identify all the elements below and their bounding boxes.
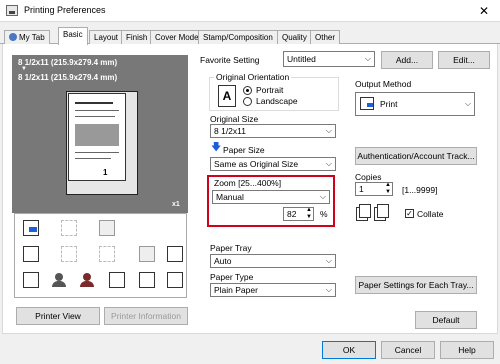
ok-button[interactable]: OK <box>322 341 376 359</box>
landscape-radio[interactable] <box>243 97 252 106</box>
arrow-down-icon: 🡇 <box>211 142 222 153</box>
collate-preview-icon <box>356 204 392 222</box>
favorite-add-button[interactable]: Add... <box>381 51 433 69</box>
proof-print-icon[interactable] <box>167 272 183 288</box>
landscape-label: Landscape <box>256 96 298 106</box>
function-icon-grid <box>14 213 187 298</box>
tab-stamp-composition[interactable]: Stamp/Composition <box>198 30 278 44</box>
punch-icon[interactable] <box>167 246 183 262</box>
booklet-icon[interactable] <box>61 246 77 262</box>
spin-down-icon[interactable]: ▼ <box>306 213 312 221</box>
tab-strip: My Tab Basic Layout Finish Cover Mode St… <box>0 27 500 45</box>
chevron-down-icon: ⌵ <box>325 256 332 265</box>
original-orientation-label: Original Orientation <box>214 72 292 82</box>
original-output-icon[interactable] <box>23 220 39 236</box>
favorite-setting-label: Favorite Setting <box>200 55 260 65</box>
printer-information-button: Printer Information <box>104 307 188 325</box>
zoom-unit: % <box>320 209 328 219</box>
tab-quality[interactable]: Quality <box>277 30 312 44</box>
portrait-radio[interactable] <box>243 86 252 95</box>
chevron-down-icon: ⌵ <box>325 159 332 168</box>
chevron-down-icon: ⌵ <box>319 192 326 201</box>
print-icon <box>360 97 374 110</box>
close-window-button[interactable]: ✕ <box>471 2 497 20</box>
zoom-label: Zoom [25...400%] <box>214 178 282 188</box>
watermark-icon[interactable] <box>99 246 115 262</box>
chevron-down-icon: ⌵ <box>364 54 371 63</box>
chevron-down-icon: ⌵ <box>325 285 332 294</box>
window-title: Printing Preferences <box>24 5 106 15</box>
paper-tray-select[interactable]: Auto ⌵ <box>210 254 336 268</box>
paper-type-select[interactable]: Plain Paper ⌵ <box>210 283 336 297</box>
tab-other[interactable]: Other <box>310 30 341 44</box>
paper-size-select[interactable]: Same as Original Size ⌵ <box>210 157 336 171</box>
layout-icon[interactable] <box>99 220 115 236</box>
collate-label: Collate <box>417 209 444 219</box>
original-size-select[interactable]: 8 1/2x11 ⌵ <box>210 124 336 138</box>
account-track-icon[interactable] <box>79 272 95 288</box>
document-icon[interactable] <box>23 272 39 288</box>
staple-icon[interactable] <box>139 246 155 262</box>
favorite-edit-button[interactable]: Edit... <box>438 51 490 69</box>
combination-icon[interactable] <box>61 220 77 236</box>
duplex-icon[interactable] <box>23 246 39 262</box>
printer-app-icon <box>6 5 18 16</box>
tab-basic[interactable]: Basic <box>58 27 88 45</box>
zoom-mode-select[interactable]: Manual ⌵ <box>212 190 330 204</box>
tab-layout[interactable]: Layout <box>89 30 124 44</box>
output-method-label: Output Method <box>355 79 412 89</box>
user-authentication-icon[interactable] <box>51 272 67 288</box>
user-icon <box>9 33 17 41</box>
preview-image: 1 <box>68 93 126 181</box>
authentication-account-track-button[interactable]: Authentication/Account Track... <box>355 147 477 165</box>
chevron-down-icon: ⌵ <box>464 99 471 108</box>
collate-checkbox[interactable]: ✓ <box>405 209 414 218</box>
paper-settings-each-tray-button[interactable]: Paper Settings for Each Tray... <box>355 276 477 294</box>
spin-down-icon[interactable]: ▼ <box>385 188 391 196</box>
help-button[interactable]: Help <box>440 341 494 359</box>
favorite-setting-select[interactable]: Untitled ⌵ <box>283 51 375 67</box>
preview-paper-size: 8 1/2x11 (215.9x279.4 mm) <box>18 73 118 82</box>
paper-size-label: Paper Size <box>223 145 265 155</box>
preview-original-size: 8 1/2x11 (215.9x279.4 mm) <box>18 58 118 67</box>
copies-input[interactable]: 1 ▲ ▼ <box>355 182 393 196</box>
output-method-select[interactable]: Print ⌵ <box>355 92 475 116</box>
title-bar: Printing Preferences ✕ <box>0 0 500 22</box>
box-save-icon[interactable] <box>139 272 155 288</box>
copies-range: [1...9999] <box>402 185 438 195</box>
original-size-label: Original Size <box>210 114 259 124</box>
preview-arrow-icon: ▼ <box>21 66 27 72</box>
page-preview: 8 1/2x11 (215.9x279.4 mm) ▼ 8 1/2x11 (21… <box>12 55 188 213</box>
preview-page-number: 1 <box>103 168 108 177</box>
preview-copies-marker: x1 <box>172 201 180 208</box>
copies-label: Copies <box>355 172 382 182</box>
printer-view-button[interactable]: Printer View <box>16 307 100 325</box>
default-button[interactable]: Default <box>415 311 477 329</box>
paper-tray-label: Paper Tray <box>210 243 252 253</box>
cancel-button[interactable]: Cancel <box>381 341 435 359</box>
orientation-preview-icon: A <box>218 85 236 107</box>
secure-print-icon[interactable] <box>109 272 125 288</box>
chevron-down-icon: ⌵ <box>325 126 332 135</box>
portrait-label: Portrait <box>256 85 284 95</box>
tab-finish[interactable]: Finish <box>121 30 153 44</box>
paper-type-label: Paper Type <box>210 272 254 282</box>
zoom-value-input[interactable]: 82 ▲ ▼ <box>283 207 314 221</box>
tab-cover-mode[interactable]: Cover Mode <box>150 30 204 44</box>
tab-my-tab[interactable]: My Tab <box>4 30 50 44</box>
